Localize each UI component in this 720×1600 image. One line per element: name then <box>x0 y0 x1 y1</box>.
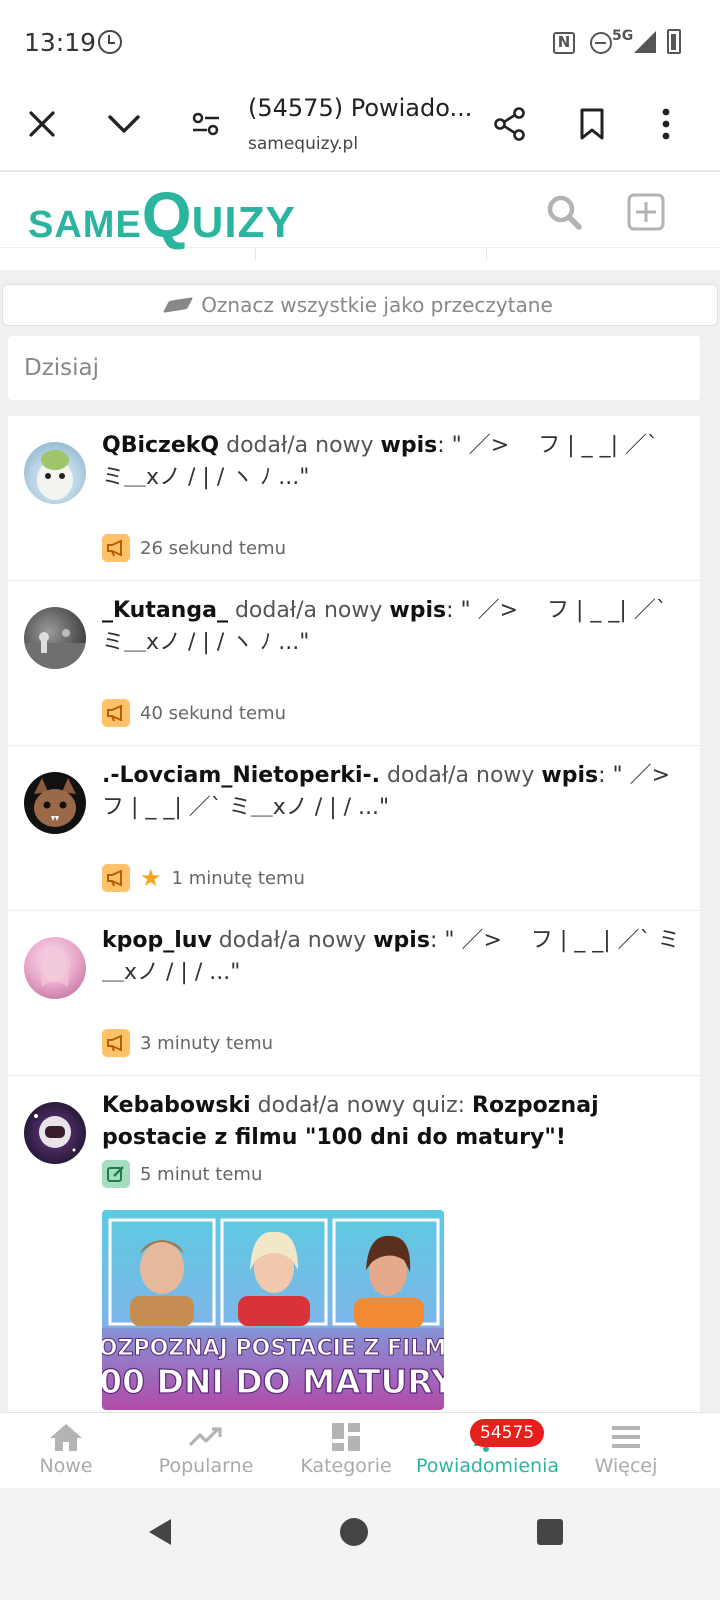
home-icon <box>0 1421 136 1453</box>
object-link[interactable]: wpis <box>389 598 446 623</box>
notification-item[interactable]: .-Lovciam_Nietoperki-. dodał/a nowy wpis… <box>8 746 700 911</box>
notification-text: .-Lovciam_Nietoperki-. dodał/a nowy wpis… <box>102 763 700 820</box>
system-navigation-bar <box>0 1488 720 1600</box>
thumbnail-caption-line1: ROZPOZNAJ POSTACIE Z FILMU <box>102 1336 444 1361</box>
object-link[interactable]: wpis <box>541 763 598 788</box>
megaphone-icon <box>102 864 130 892</box>
header-divider <box>486 248 487 260</box>
battery-icon <box>667 29 681 54</box>
username-link[interactable]: .-Lovciam_Nietoperki-. <box>102 763 380 788</box>
timestamp: 26 sekund temu <box>140 537 286 559</box>
username-link[interactable]: QBiczekQ <box>102 433 219 458</box>
menu-icon <box>556 1421 696 1453</box>
notification-item[interactable]: _Kutanga_ dodał/a nowy wpis: " ／> フ | _ … <box>8 581 700 746</box>
avatar[interactable] <box>24 442 86 504</box>
close-icon[interactable] <box>22 104 62 144</box>
username-link[interactable]: kpop_luv <box>102 928 212 953</box>
back-icon[interactable] <box>140 1512 180 1552</box>
timestamp: 3 minuty temu <box>140 1032 274 1054</box>
thumbnail-caption-line2: 100 DNI DO MATURY! <box>102 1362 444 1401</box>
timestamp: 5 minut temu <box>140 1163 263 1185</box>
notification-text: _Kutanga_ dodał/a nowy wpis: " ／> フ | _ … <box>102 598 667 655</box>
trending-icon <box>136 1421 276 1453</box>
network-type: 5G <box>612 28 634 44</box>
notifications-page: Oznacz wszystkie jako przeczytane Dzisia… <box>0 270 720 1412</box>
bottom-navigation: Nowe Popularne Kategorie Powiadomienia 5… <box>0 1412 720 1486</box>
home-button-icon[interactable] <box>334 1512 374 1552</box>
quiz-thumbnail[interactable]: ROZPOZNAJ POSTACIE Z FILMU 100 DNI DO MA… <box>102 1210 444 1410</box>
status-bar: 13:19 N 5G <box>0 0 720 80</box>
status-time: 13:19 <box>24 28 97 57</box>
signal-icon <box>634 31 656 53</box>
browser-toolbar: (54575) Powiado... samequizy.pl <box>0 80 720 172</box>
star-icon: ★ <box>140 864 162 892</box>
notification-meta: 5 minut temu <box>102 1160 262 1188</box>
megaphone-icon <box>102 534 130 562</box>
timestamp: 1 minutę temu <box>171 867 305 889</box>
avatar[interactable] <box>24 607 86 669</box>
share-icon[interactable] <box>490 104 530 144</box>
notification-list: QBiczekQ dodał/a nowy wpis: " ／> フ | _ _… <box>8 416 700 1412</box>
nav-item-wiecej[interactable]: Więcej <box>556 1421 696 1477</box>
more-vert-icon[interactable] <box>646 104 686 144</box>
object-link[interactable]: wpis <box>373 928 430 953</box>
username-link[interactable]: _Kutanga_ <box>102 598 228 623</box>
username-link[interactable]: Kebabowski <box>102 1093 251 1118</box>
notification-text: Kebabowski dodał/a nowy quiz: Rozpoznaj … <box>102 1093 599 1150</box>
samequizy-logo[interactable]: SAMEQUIZY <box>28 178 296 252</box>
site-header: SAMEQUIZY <box>0 174 720 251</box>
eraser-icon <box>162 297 194 313</box>
nav-item-popularne[interactable]: Popularne <box>136 1421 276 1477</box>
recents-icon[interactable] <box>530 1512 570 1552</box>
url-text[interactable]: samequizy.pl <box>248 134 358 154</box>
mark-all-read-button[interactable]: Oznacz wszystkie jako przeczytane <box>2 284 718 326</box>
notification-count-badge: 54575 <box>470 1419 545 1447</box>
nav-item-kategorie[interactable]: Kategorie <box>276 1421 416 1477</box>
chevron-down-icon[interactable] <box>104 104 144 144</box>
do-not-disturb-icon <box>590 32 612 54</box>
object-link[interactable]: wpis <box>381 433 438 458</box>
notification-meta: 26 sekund temu <box>102 534 286 562</box>
alarm-clock-icon <box>98 30 122 54</box>
megaphone-icon <box>102 699 130 727</box>
add-icon[interactable] <box>626 192 666 232</box>
notification-item[interactable]: QBiczekQ dodał/a nowy wpis: " ／> フ | _ _… <box>8 416 700 581</box>
avatar[interactable] <box>24 1102 86 1164</box>
notification-item[interactable]: Kebabowski dodał/a nowy quiz: Rozpoznaj … <box>8 1076 700 1412</box>
notification-meta: 40 sekund temu <box>102 699 286 727</box>
notification-text: kpop_luv dodał/a nowy wpis: " ／> フ | _ _… <box>102 928 680 985</box>
avatar[interactable] <box>24 937 86 999</box>
search-icon[interactable] <box>544 192 584 232</box>
notification-meta: ★ 1 minutę temu <box>102 864 305 892</box>
megaphone-icon <box>102 1029 130 1057</box>
nav-item-nowe[interactable]: Nowe <box>0 1421 136 1477</box>
header-divider <box>255 248 256 260</box>
section-header: Dzisiaj <box>8 336 700 400</box>
timestamp: 40 sekund temu <box>140 702 286 724</box>
nfc-icon: N <box>553 32 575 54</box>
mark-all-read-label: Oznacz wszystkie jako przeczytane <box>201 293 553 317</box>
bookmark-icon[interactable] <box>572 104 612 144</box>
page-settings-icon[interactable] <box>186 104 226 144</box>
notification-text: QBiczekQ dodał/a nowy wpis: " ／> フ | _ _… <box>102 433 659 490</box>
dashboard-icon <box>276 1421 416 1453</box>
notification-meta: 3 minuty temu <box>102 1029 273 1057</box>
tab-title[interactable]: (54575) Powiado... <box>248 94 472 122</box>
avatar[interactable] <box>24 772 86 834</box>
notification-item[interactable]: kpop_luv dodał/a nowy wpis: " ／> フ | _ _… <box>8 911 700 1076</box>
edit-icon <box>102 1160 130 1188</box>
